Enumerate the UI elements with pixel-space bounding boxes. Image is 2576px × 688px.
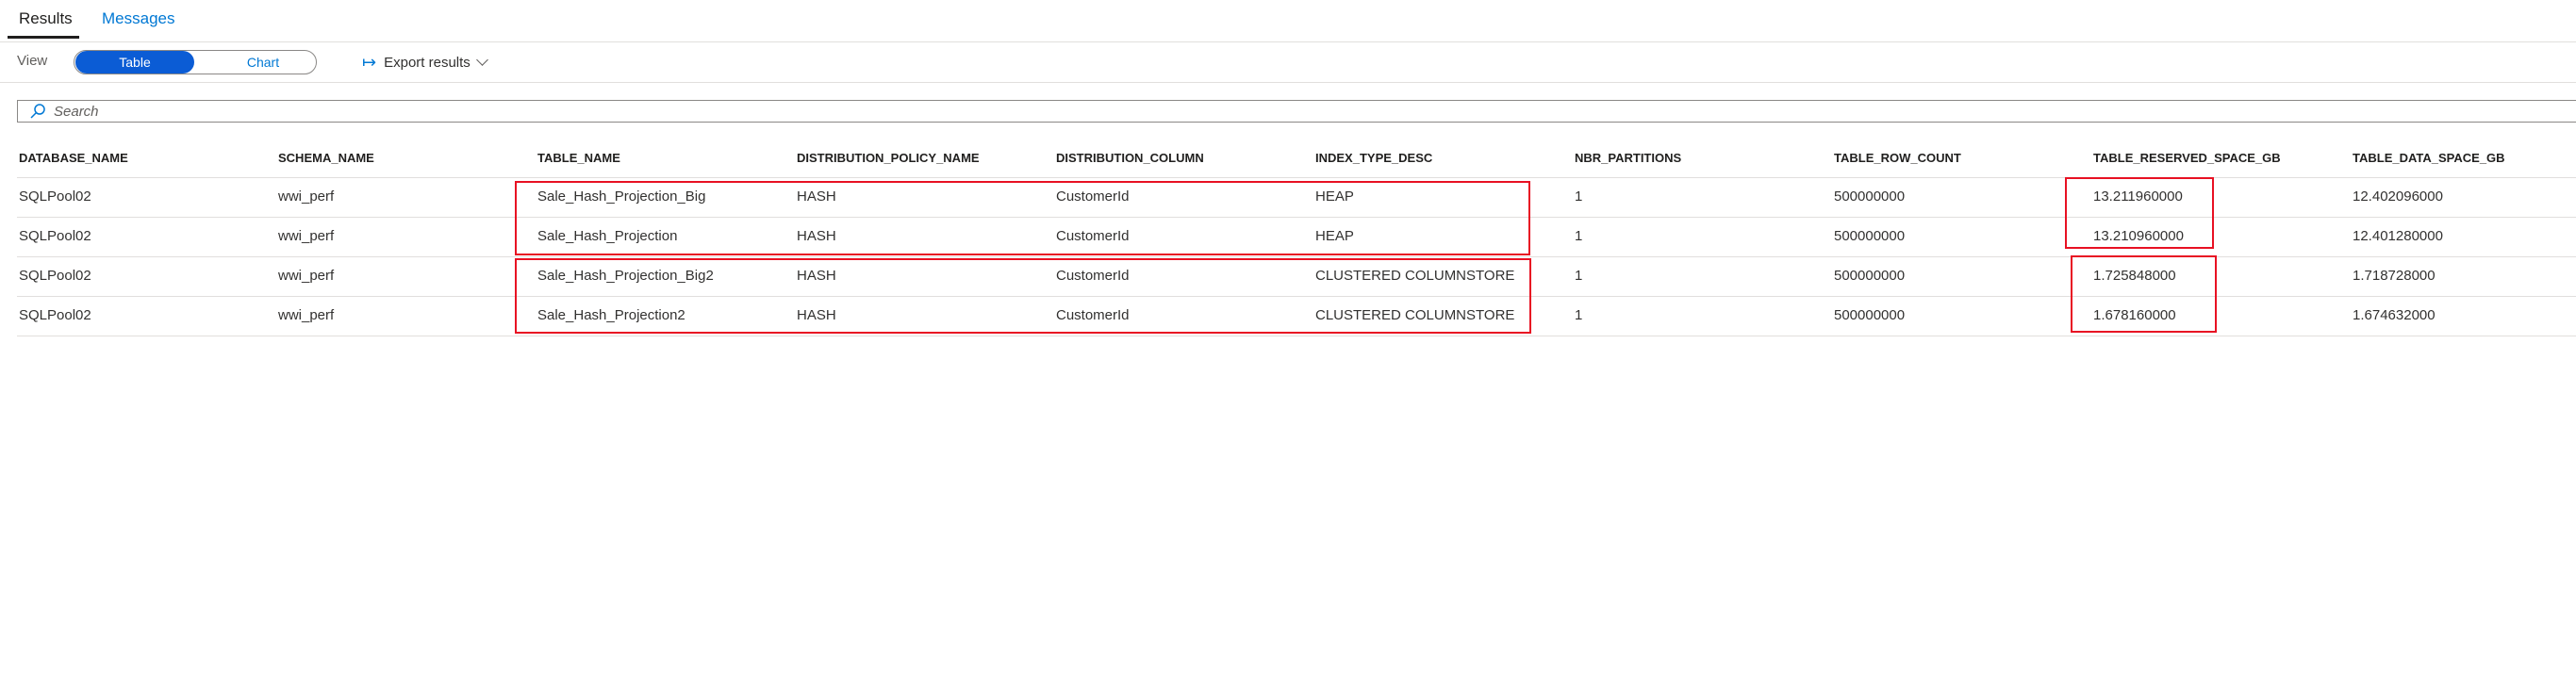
search-box	[17, 100, 2576, 123]
export-results-button[interactable]: ↦ Export results	[362, 51, 488, 74]
table-cell: 1	[1575, 228, 1583, 244]
table-cell: CustomerId	[1056, 188, 1130, 205]
view-toolbar: View Table Chart ↦ Export results	[0, 42, 2576, 83]
table-cell: Sale_Hash_Projection2	[537, 307, 685, 323]
table-cell: 1.725848000	[2093, 268, 2176, 284]
export-arrow-icon: ↦	[362, 52, 377, 72]
table-cell: 500000000	[1834, 307, 1906, 323]
column-header[interactable]: DISTRIBUTION_COLUMN	[1056, 139, 1204, 177]
search-input[interactable]	[52, 102, 2576, 121]
table-header-row: DATABASE_NAME SCHEMA_NAME TABLE_NAME DIS…	[17, 139, 2576, 178]
table-cell: CustomerId	[1056, 307, 1130, 323]
table-cell: HEAP	[1315, 228, 1354, 244]
chevron-down-icon	[475, 54, 488, 66]
table-cell: Sale_Hash_Projection	[537, 228, 678, 244]
export-results-label: Export results	[384, 54, 471, 71]
column-header[interactable]: TABLE_NAME	[537, 139, 620, 177]
table-row[interactable]: SQLPool02 wwi_perf Sale_Hash_Projection2…	[17, 297, 2576, 336]
table-cell: CLUSTERED COLUMNSTORE	[1315, 307, 1515, 323]
tab-results[interactable]: Results	[19, 9, 73, 28]
table-cell: HEAP	[1315, 188, 1354, 205]
search-icon	[30, 104, 45, 119]
view-toggle: Table Chart	[74, 50, 317, 74]
table-cell: 1.674632000	[2353, 307, 2436, 323]
table-cell: 1	[1575, 188, 1583, 205]
table-cell: HASH	[797, 188, 836, 205]
table-row[interactable]: SQLPool02 wwi_perf Sale_Hash_Projection_…	[17, 257, 2576, 297]
table-cell: SQLPool02	[19, 188, 91, 205]
table-cell: 1	[1575, 307, 1583, 323]
table-cell: 1.718728000	[2353, 268, 2436, 284]
table-cell: Sale_Hash_Projection_Big2	[537, 268, 714, 284]
table-cell: 1.678160000	[2093, 307, 2176, 323]
table-cell: Sale_Hash_Projection_Big	[537, 188, 706, 205]
table-cell: SQLPool02	[19, 228, 91, 244]
table-cell: HASH	[797, 228, 836, 244]
table-cell: CLUSTERED COLUMNSTORE	[1315, 268, 1515, 284]
table-cell: 500000000	[1834, 268, 1906, 284]
table-cell: SQLPool02	[19, 307, 91, 323]
table-cell: 1	[1575, 268, 1583, 284]
table-row[interactable]: SQLPool02 wwi_perf Sale_Hash_Projection_…	[17, 178, 2576, 218]
results-grid: DATABASE_NAME SCHEMA_NAME TABLE_NAME DIS…	[17, 139, 2576, 336]
result-tabs: Results Messages	[0, 0, 2576, 42]
table-cell: wwi_perf	[278, 228, 335, 244]
table-cell: wwi_perf	[278, 307, 335, 323]
active-tab-indicator	[8, 36, 79, 39]
table-cell: HASH	[797, 307, 836, 323]
column-header[interactable]: DATABASE_NAME	[19, 139, 128, 177]
table-cell: 12.401280000	[2353, 228, 2443, 244]
table-cell: CustomerId	[1056, 228, 1130, 244]
table-row[interactable]: SQLPool02 wwi_perf Sale_Hash_Projection …	[17, 218, 2576, 257]
column-header[interactable]: SCHEMA_NAME	[278, 139, 374, 177]
column-header[interactable]: TABLE_RESERVED_SPACE_GB	[2093, 139, 2281, 177]
view-table-button[interactable]: Table	[75, 51, 194, 74]
table-cell: CustomerId	[1056, 268, 1130, 284]
table-cell: 13.210960000	[2093, 228, 2184, 244]
table-cell: wwi_perf	[278, 268, 335, 284]
view-label: View	[17, 53, 48, 69]
column-header[interactable]: TABLE_ROW_COUNT	[1834, 139, 1961, 177]
table-cell: HASH	[797, 268, 836, 284]
table-cell: wwi_perf	[278, 188, 335, 205]
tab-messages[interactable]: Messages	[102, 9, 174, 28]
table-cell: 12.402096000	[2353, 188, 2443, 205]
table-cell: 500000000	[1834, 228, 1906, 244]
column-header[interactable]: INDEX_TYPE_DESC	[1315, 139, 1432, 177]
view-chart-button[interactable]: Chart	[216, 51, 310, 74]
table-cell: 13.211960000	[2093, 188, 2183, 205]
column-header[interactable]: DISTRIBUTION_POLICY_NAME	[797, 139, 980, 177]
column-header[interactable]: TABLE_DATA_SPACE_GB	[2353, 139, 2505, 177]
table-cell: SQLPool02	[19, 268, 91, 284]
table-cell: 500000000	[1834, 188, 1906, 205]
column-header[interactable]: NBR_PARTITIONS	[1575, 139, 1681, 177]
